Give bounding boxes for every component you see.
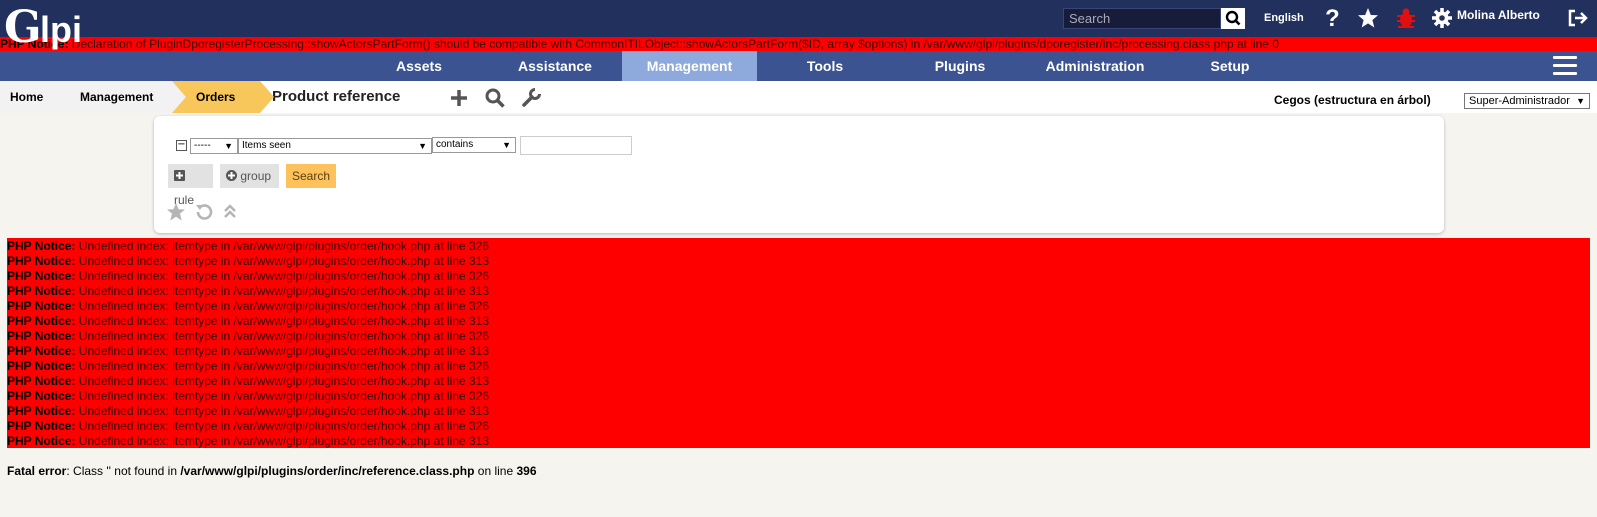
notice-line: PHP Notice: Undefined index: itemtype in… (7, 329, 490, 343)
top-header: G lpi Search English ? Molina Alberto (0, 0, 1597, 50)
menu-item-plugins[interactable]: Plugins (910, 51, 1010, 81)
notice-line: PHP Notice: Undefined index: itemtype in… (7, 419, 490, 433)
logout-icon[interactable] (1566, 5, 1590, 31)
fatal-error-text-line: on line (474, 464, 517, 478)
notice-line: PHP Notice: Undefined index: itemtype in… (7, 434, 490, 448)
field-select-value: Items seen (242, 140, 291, 151)
notice-line: PHP Notice: Undefined index: itemtype in… (7, 359, 490, 373)
operator-select-value: contains (436, 139, 474, 150)
fatal-error-message: Fatal error: Class '' not found in /var/… (7, 464, 537, 478)
language-selector[interactable]: English (1264, 12, 1304, 24)
notice-line: PHP Notice: Undefined index: itemtype in… (7, 299, 490, 313)
wrench-icon[interactable] (520, 87, 542, 109)
logo-lpi: lpi (40, 9, 82, 50)
menu-item-assistance[interactable]: Assistance (500, 51, 610, 81)
reset-icon[interactable] (194, 202, 214, 222)
plus-square-icon (174, 170, 185, 181)
menu-item-tools[interactable]: Tools (775, 51, 875, 81)
add-rule-button[interactable]: rule (168, 164, 213, 207)
operator-select[interactable]: contains ▼ (432, 137, 516, 153)
php-notice-banner: PHP Notice: Declaration of PluginDporegi… (0, 37, 1597, 51)
plus-circle-icon (226, 170, 237, 181)
entity-selector[interactable]: Cegos (estructura en árbol) (1274, 93, 1431, 107)
profile-select-value: Super-Administrador (1469, 95, 1570, 107)
notice-line: PHP Notice: Undefined index: itemtype in… (7, 314, 490, 328)
remove-criteria-icon[interactable]: − (176, 140, 187, 151)
hamburger-menu-icon[interactable] (1553, 56, 1577, 76)
add-group-button[interactable]: group (220, 164, 279, 188)
breadcrumb: Home Management Orders Product reference… (0, 81, 1597, 113)
global-search-input[interactable]: Search (1063, 8, 1221, 29)
svg-text:?: ? (1325, 5, 1340, 31)
fatal-error-label: Fatal error (7, 464, 67, 478)
notice-line: PHP Notice: Undefined index: itemtype in… (7, 239, 490, 253)
chevron-down-icon: ▼ (1576, 96, 1585, 106)
menu-item-management[interactable]: Management (622, 51, 757, 81)
chevron-down-icon: ▼ (224, 141, 233, 151)
breadcrumb-management[interactable]: Management (58, 81, 172, 113)
menu-item-assets[interactable]: Assets (368, 51, 470, 81)
criteria-value-input[interactable] (520, 136, 632, 155)
fatal-error-line-number: 396 (516, 464, 537, 478)
fatal-error-text: : Class '' not found in (66, 464, 181, 478)
user-name-link[interactable]: Molina Alberto (1457, 8, 1540, 22)
menu-item-setup[interactable]: Setup (1180, 51, 1280, 81)
notice-line: PHP Notice: Undefined index: itemtype in… (7, 374, 490, 388)
glpi-logo[interactable]: G lpi (4, 6, 99, 56)
page-title: Product reference (272, 88, 401, 105)
field-select[interactable]: Items seen ▼ (238, 138, 432, 154)
search-criteria-panel: − ----- ▼ Items seen ▼ contains ▼ rule grou… (154, 116, 1444, 233)
php-notices-block: PHP Notice: Undefined index: itemtype in… (7, 238, 1590, 448)
notice-line: PHP Notice: Undefined index: itemtype in… (7, 404, 490, 418)
breadcrumb-home[interactable]: Home (0, 81, 58, 113)
link-select-value: ----- (194, 140, 211, 151)
search-icon (1225, 10, 1241, 26)
global-search-button[interactable] (1221, 8, 1245, 29)
profile-select[interactable]: Super-Administrador ▼ (1464, 93, 1590, 109)
notice-line: PHP Notice: Undefined index: itemtype in… (7, 284, 490, 298)
search-button[interactable]: Search (286, 164, 336, 188)
star-icon[interactable] (166, 202, 186, 222)
star-icon[interactable] (1356, 5, 1380, 31)
breadcrumb-separator (260, 81, 274, 113)
breadcrumb-separator (58, 81, 72, 113)
add-group-label: group (240, 169, 272, 183)
notice-line: PHP Notice: Undefined index: itemtype in… (7, 344, 490, 358)
chevron-down-icon: ▼ (502, 140, 511, 150)
breadcrumb-separator (172, 81, 186, 113)
link-select[interactable]: ----- ▼ (190, 138, 238, 154)
menu-item-administration[interactable]: Administration (1030, 51, 1160, 81)
notice-text: Declaration of PluginDporegisterProcessi… (68, 37, 1279, 51)
add-icon[interactable] (448, 87, 470, 109)
help-icon[interactable]: ? (1320, 5, 1344, 31)
main-menu: Assets Assistance Management Tools Plugi… (0, 51, 1597, 81)
chevron-down-icon: ▼ (418, 141, 427, 151)
notice-line: PHP Notice: Undefined index: itemtype in… (7, 269, 490, 283)
search-icon[interactable] (484, 87, 506, 109)
fatal-error-path: /var/www/glpi/plugins/order/inc/referenc… (180, 464, 475, 478)
gear-icon[interactable] (1430, 5, 1454, 31)
notice-line: PHP Notice: Undefined index: itemtype in… (7, 389, 490, 403)
collapse-icon[interactable] (220, 202, 240, 222)
logo-g: G (4, 2, 42, 53)
bug-icon[interactable] (1394, 5, 1418, 31)
notice-line: PHP Notice: Undefined index: itemtype in… (7, 254, 490, 268)
